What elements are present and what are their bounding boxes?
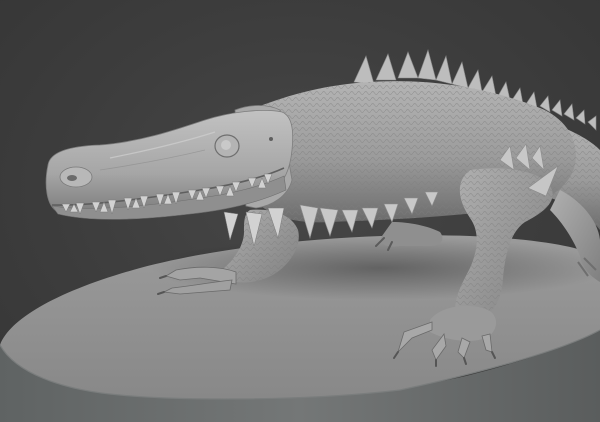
3d-viewport[interactable] xyxy=(0,0,600,422)
crocodile-head xyxy=(45,110,294,247)
crocodile-model-render xyxy=(0,48,600,422)
oval-base xyxy=(0,235,600,422)
